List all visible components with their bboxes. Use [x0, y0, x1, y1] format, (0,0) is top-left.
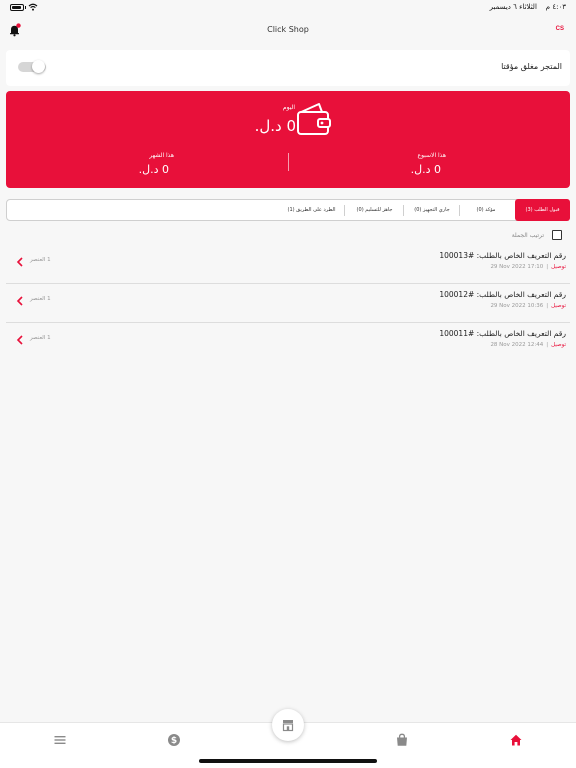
month-label: هذا الشهر	[149, 152, 174, 159]
tab-separator	[403, 205, 404, 216]
tab-separator	[459, 205, 460, 216]
status-clock: ٤:٠٣ م	[545, 3, 566, 11]
order-item-count: 1 العنصر	[30, 335, 51, 341]
order-meta: توصيل|28 Nov 2022 12:44	[490, 342, 566, 348]
toggle-knob	[32, 60, 45, 73]
store-closed-toggle[interactable]	[18, 60, 46, 73]
tab-preparing[interactable]: جاري التجهيز (0)	[405, 200, 459, 220]
order-row[interactable]: رقم التعريف الخاص بالطلب: #100012 توصيل|…	[0, 284, 576, 323]
dollar-icon[interactable]: $	[167, 733, 181, 747]
menu-icon[interactable]	[53, 733, 67, 747]
select-all-checkbox[interactable]	[552, 230, 562, 240]
order-meta: توصيل|29 Nov 2022 10:36	[490, 303, 566, 309]
order-type: توصيل	[551, 303, 566, 309]
select-all-label: ترتيب الجملة	[511, 231, 544, 239]
brand-logo: CS	[555, 26, 564, 32]
status-time: ٤:٠٣ م الثلاثاء ٦ ديسمبر	[490, 3, 566, 11]
chevron-left-icon[interactable]	[16, 335, 24, 345]
order-id: رقم التعريف الخاص بالطلب: #100013	[439, 251, 566, 260]
store-icon	[282, 720, 294, 732]
app-title: Click Shop	[267, 25, 309, 34]
status-date: الثلاثاء ٦ ديسمبر	[489, 3, 537, 11]
shopping-bag-icon[interactable]	[395, 733, 409, 747]
home-indicator	[199, 759, 377, 763]
order-id: رقم التعريف الخاص بالطلب: #100012	[439, 290, 566, 299]
chevron-left-icon[interactable]	[16, 296, 24, 306]
order-date: 28 Nov 2022 12:44	[490, 342, 544, 348]
chevron-left-icon[interactable]	[16, 257, 24, 267]
tab-separator	[344, 205, 345, 216]
tab-on-the-way[interactable]: الطرد على الطريق (1)	[279, 200, 344, 220]
sales-stats-card: اليوم 0 د.ل. هذا الاسبوع 0 د.ل. هذا الشه…	[6, 91, 570, 188]
order-type: توصيل	[551, 342, 566, 348]
order-date: 29 Nov 2022 10:36	[490, 303, 544, 309]
status-bar: ٤:٠٣ م الثلاثاء ٦ ديسمبر	[0, 0, 576, 16]
order-row[interactable]: رقم التعريف الخاص بالطلب: #100011 توصيل|…	[0, 323, 576, 362]
store-status-card: المتجر مغلق مؤقتا	[6, 50, 570, 86]
tab-accept-order[interactable]: قبول الطلب (3)	[515, 199, 570, 221]
system-indicators	[10, 3, 38, 11]
order-date: 29 Nov 2022 17:10	[490, 264, 544, 270]
order-meta: توصيل|29 Nov 2022 17:10	[490, 264, 566, 270]
svg-text:$: $	[171, 736, 177, 746]
week-value: 0 د.ل.	[410, 163, 441, 176]
stats-divider	[288, 153, 289, 171]
order-item-count: 1 العنصر	[30, 257, 51, 263]
home-icon[interactable]	[509, 733, 523, 747]
month-value: 0 د.ل.	[138, 163, 169, 176]
order-id: رقم التعريف الخاص بالطلب: #100011	[439, 329, 566, 338]
select-all-row[interactable]: ترتيب الجملة	[512, 229, 562, 241]
top-bar: Click Shop CS	[0, 16, 576, 46]
wallet-icon	[297, 103, 331, 135]
today-label: اليوم	[282, 104, 295, 111]
store-fab-button[interactable]	[272, 709, 304, 741]
tab-ready-for-delivery[interactable]: جاهز للتسليم (0)	[346, 200, 403, 220]
tab-confirmed[interactable]: مؤكد (0)	[461, 200, 511, 220]
order-status-tabs: قبول الطلب (3) مؤكد (0) جاري التجهيز (0)…	[6, 199, 570, 221]
wifi-icon	[28, 3, 38, 11]
order-row[interactable]: رقم التعريف الخاص بالطلب: #100013 توصيل|…	[0, 245, 576, 284]
store-closed-label: المتجر مغلق مؤقتا	[501, 62, 562, 71]
week-label: هذا الاسبوع	[417, 152, 447, 159]
order-type: توصيل	[551, 264, 566, 270]
order-item-count: 1 العنصر	[30, 296, 51, 302]
today-value: 0 د.ل.	[254, 117, 296, 135]
battery-icon	[10, 3, 26, 11]
